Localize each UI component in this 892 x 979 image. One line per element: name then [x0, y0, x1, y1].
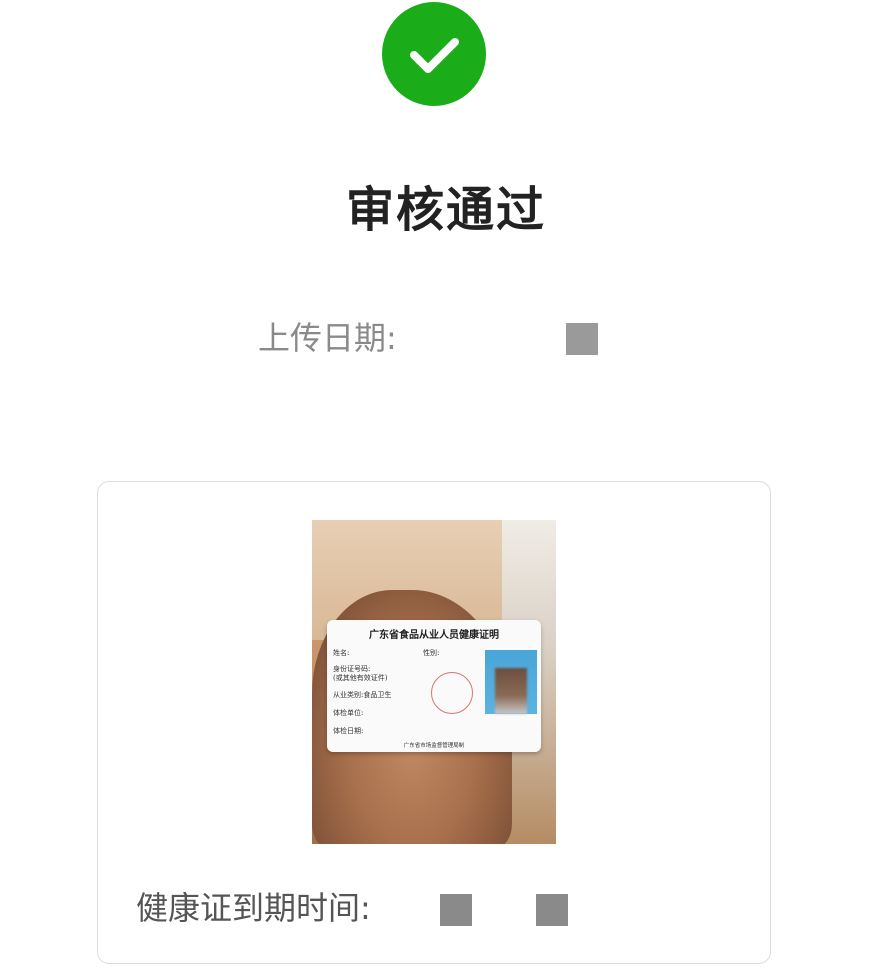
certificate-field-category: 从业类别:食品卫生 — [333, 690, 391, 700]
expiry-value-redacted — [440, 894, 472, 926]
official-seal — [431, 672, 473, 714]
certificate-field-id-note: (或其他有效证件) — [333, 674, 388, 682]
success-check-icon — [382, 2, 486, 106]
health-certificate-photo[interactable]: 广东省食品从业人员健康证明 姓名: 性别: 身份证号码: (或其他有效证件) 从… — [312, 520, 556, 844]
id-portrait — [485, 650, 537, 714]
certificate-field-date: 体检日期: — [333, 727, 364, 735]
certificate-field-unit: 体检单位: — [333, 709, 364, 717]
certificate-field-name: 姓名: — [333, 649, 350, 657]
status-title: 审核通过 — [345, 182, 546, 238]
certificate-issuer: 广东省市场监督管理局制 — [403, 743, 465, 749]
upload-date-value-redacted — [566, 323, 598, 355]
upload-date-row: 上传日期: — [258, 314, 397, 358]
expiry-value-redacted-2 — [536, 894, 568, 926]
certificate-field-gender: 性别: — [423, 649, 440, 657]
expiry-label: 健康证到期时间: — [136, 889, 371, 927]
certificate-field-category-label: 从业类别: — [333, 691, 364, 699]
certificate-field-category-value: 食品卫生 — [363, 691, 392, 699]
id-portrait-face — [495, 668, 527, 714]
certificate-card: 广东省食品从业人员健康证明 姓名: 性别: 身份证号码: (或其他有效证件) 从… — [327, 620, 541, 752]
upload-date-label: 上传日期: — [258, 319, 397, 357]
expiry-row: 健康证到期时间: — [136, 884, 371, 928]
certificate-title: 广东省食品从业人员健康证明 — [369, 630, 499, 641]
